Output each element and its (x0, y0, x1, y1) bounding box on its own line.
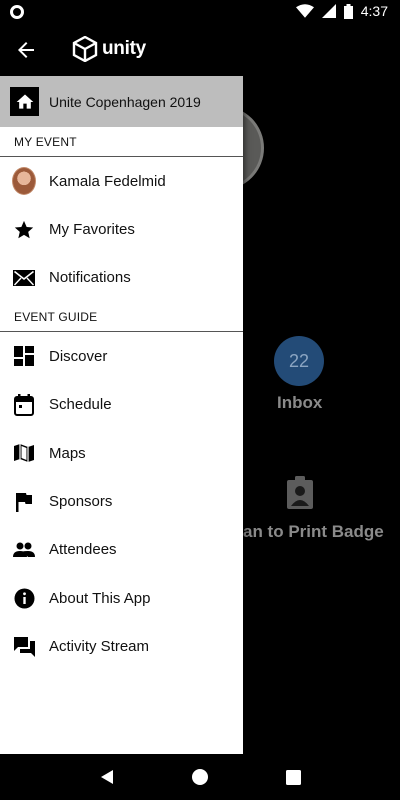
menu-item-maps[interactable]: Maps (0, 429, 243, 477)
map-icon (14, 444, 34, 463)
home-icon (10, 87, 39, 116)
section-event-guide: EVENT GUIDE (0, 302, 243, 333)
menu-item-label: Sponsors (49, 493, 113, 511)
system-nav-bar (0, 754, 400, 800)
recents-nav-button[interactable] (273, 757, 313, 797)
arrow-back-icon (18, 42, 34, 58)
event-title: Unite Copenhagen 2019 (49, 93, 201, 110)
status-time: 4:37 (360, 3, 388, 19)
back-nav-button[interactable] (87, 757, 127, 797)
people-icon (13, 542, 35, 557)
section-my-event: MY EVENT (0, 127, 243, 157)
back-button[interactable] (14, 38, 38, 62)
drawer-header[interactable]: Unite Copenhagen 2019 (0, 76, 243, 127)
square-recents-icon (285, 769, 301, 785)
info-icon (14, 588, 34, 609)
logo-text: unity (102, 38, 146, 59)
menu-item-attendees[interactable]: Attendees (0, 526, 243, 574)
menu-item-label: Kamala Fedelmid (49, 172, 166, 190)
notification-dot-icon (10, 5, 24, 19)
unity-cube-icon (72, 36, 98, 62)
inbox-count-badge: 22 (274, 336, 324, 386)
status-bar: 4:37 (0, 0, 400, 24)
home-nav-button[interactable] (180, 757, 220, 797)
circle-home-icon (191, 769, 208, 785)
badge-icon (287, 476, 313, 509)
menu-item-label: Schedule (49, 396, 112, 414)
chat-icon (13, 637, 35, 658)
menu-item-favorites[interactable]: My Favorites (0, 205, 243, 253)
wifi-icon (295, 4, 314, 18)
menu-item-activity-stream[interactable]: Activity Stream (0, 623, 243, 671)
envelope-icon (13, 269, 35, 286)
unity-logo: unity (72, 36, 146, 62)
menu-item-label: Maps (49, 444, 86, 462)
menu-item-about[interactable]: About This App (0, 574, 243, 622)
menu-item-label: My Favorites (49, 221, 135, 239)
menu-item-notifications[interactable]: Notifications (0, 254, 243, 302)
battery-icon (343, 3, 353, 19)
inbox-label: Inbox (277, 393, 323, 412)
star-icon (14, 220, 34, 238)
menu-item-profile[interactable]: Kamala Fedelmid (0, 157, 243, 205)
grid-icon (14, 346, 34, 367)
menu-item-schedule[interactable]: Schedule (0, 381, 243, 429)
menu-item-discover[interactable]: Discover (0, 332, 243, 380)
menu-item-sponsors[interactable]: Sponsors (0, 477, 243, 525)
menu-item-label: Notifications (49, 269, 131, 287)
app-bar: unity (0, 24, 400, 76)
menu-item-label: Activity Stream (49, 638, 150, 656)
triangle-back-icon (100, 770, 113, 784)
menu-item-label: Attendees (49, 541, 117, 559)
navigation-drawer: Unite Copenhagen 2019 MY EVENT Kamala Fe… (0, 76, 243, 754)
print-badge-label: an to Print Badge (243, 522, 384, 541)
menu-item-label: Discover (49, 347, 108, 365)
menu-item-label: About This App (49, 589, 151, 607)
flag-icon (16, 492, 32, 512)
user-avatar (12, 167, 36, 196)
calendar-icon (14, 393, 34, 416)
cellular-icon (321, 4, 336, 18)
